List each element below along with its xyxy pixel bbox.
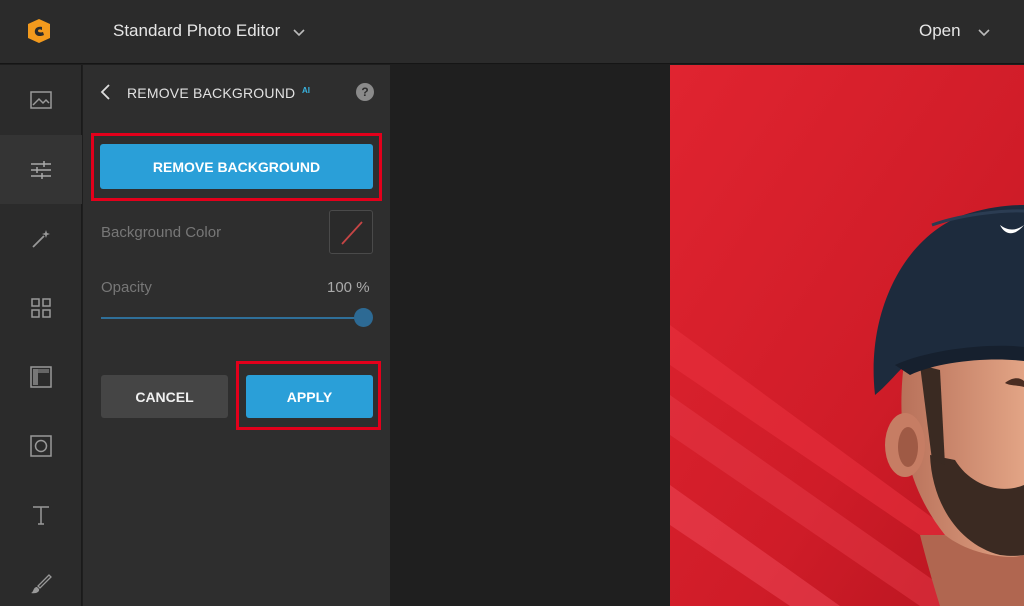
- rail-item-layouts[interactable]: [0, 273, 82, 342]
- ai-badge: AI: [302, 86, 310, 95]
- top-bar: Standard Photo Editor Open: [0, 0, 1024, 64]
- app-title[interactable]: Standard Photo Editor: [113, 21, 280, 41]
- rail-item-draw[interactable]: [0, 549, 82, 606]
- text-icon: [33, 505, 49, 525]
- magic-wand-icon: [32, 229, 50, 248]
- opacity-label: Opacity: [101, 279, 152, 296]
- tool-rail: [0, 65, 82, 606]
- photo-preview[interactable]: [670, 65, 1024, 606]
- no-color-slash-icon: [341, 221, 363, 245]
- apply-button[interactable]: APPLY: [246, 375, 373, 418]
- chevron-down-icon[interactable]: [977, 25, 991, 39]
- rail-item-frames[interactable]: [0, 411, 82, 480]
- remove-background-panel: REMOVE BACKGROUND AI ? REMOVE BACKGROUND…: [83, 65, 390, 606]
- sliders-icon: [31, 160, 51, 179]
- chevron-down-icon[interactable]: [292, 25, 306, 39]
- frame-icon: [30, 434, 52, 457]
- portrait-photo: [670, 65, 1024, 606]
- panel-title: REMOVE BACKGROUND: [127, 85, 296, 101]
- help-icon[interactable]: ?: [356, 83, 374, 101]
- texture-icon: [30, 365, 52, 388]
- image-icon: [30, 90, 52, 109]
- rail-item-textures[interactable]: [0, 342, 82, 411]
- back-arrow-icon[interactable]: [99, 83, 113, 101]
- rail-item-text[interactable]: [0, 480, 82, 549]
- background-color-swatch[interactable]: [329, 210, 373, 254]
- opacity-slider-thumb[interactable]: [354, 308, 373, 327]
- background-color-label: Background Color: [101, 224, 222, 241]
- rail-item-image[interactable]: [0, 65, 82, 134]
- rail-item-adjust[interactable]: [0, 135, 82, 204]
- opacity-slider-track[interactable]: [101, 317, 363, 319]
- cancel-button[interactable]: CANCEL: [101, 375, 228, 418]
- brush-icon: [31, 573, 52, 593]
- opacity-value: 100 %: [327, 279, 370, 296]
- rail-item-effects[interactable]: [0, 204, 82, 273]
- open-button[interactable]: Open: [919, 21, 961, 41]
- app-logo-icon[interactable]: [26, 18, 52, 44]
- remove-background-button[interactable]: REMOVE BACKGROUND: [100, 144, 373, 189]
- grid-icon: [31, 297, 51, 318]
